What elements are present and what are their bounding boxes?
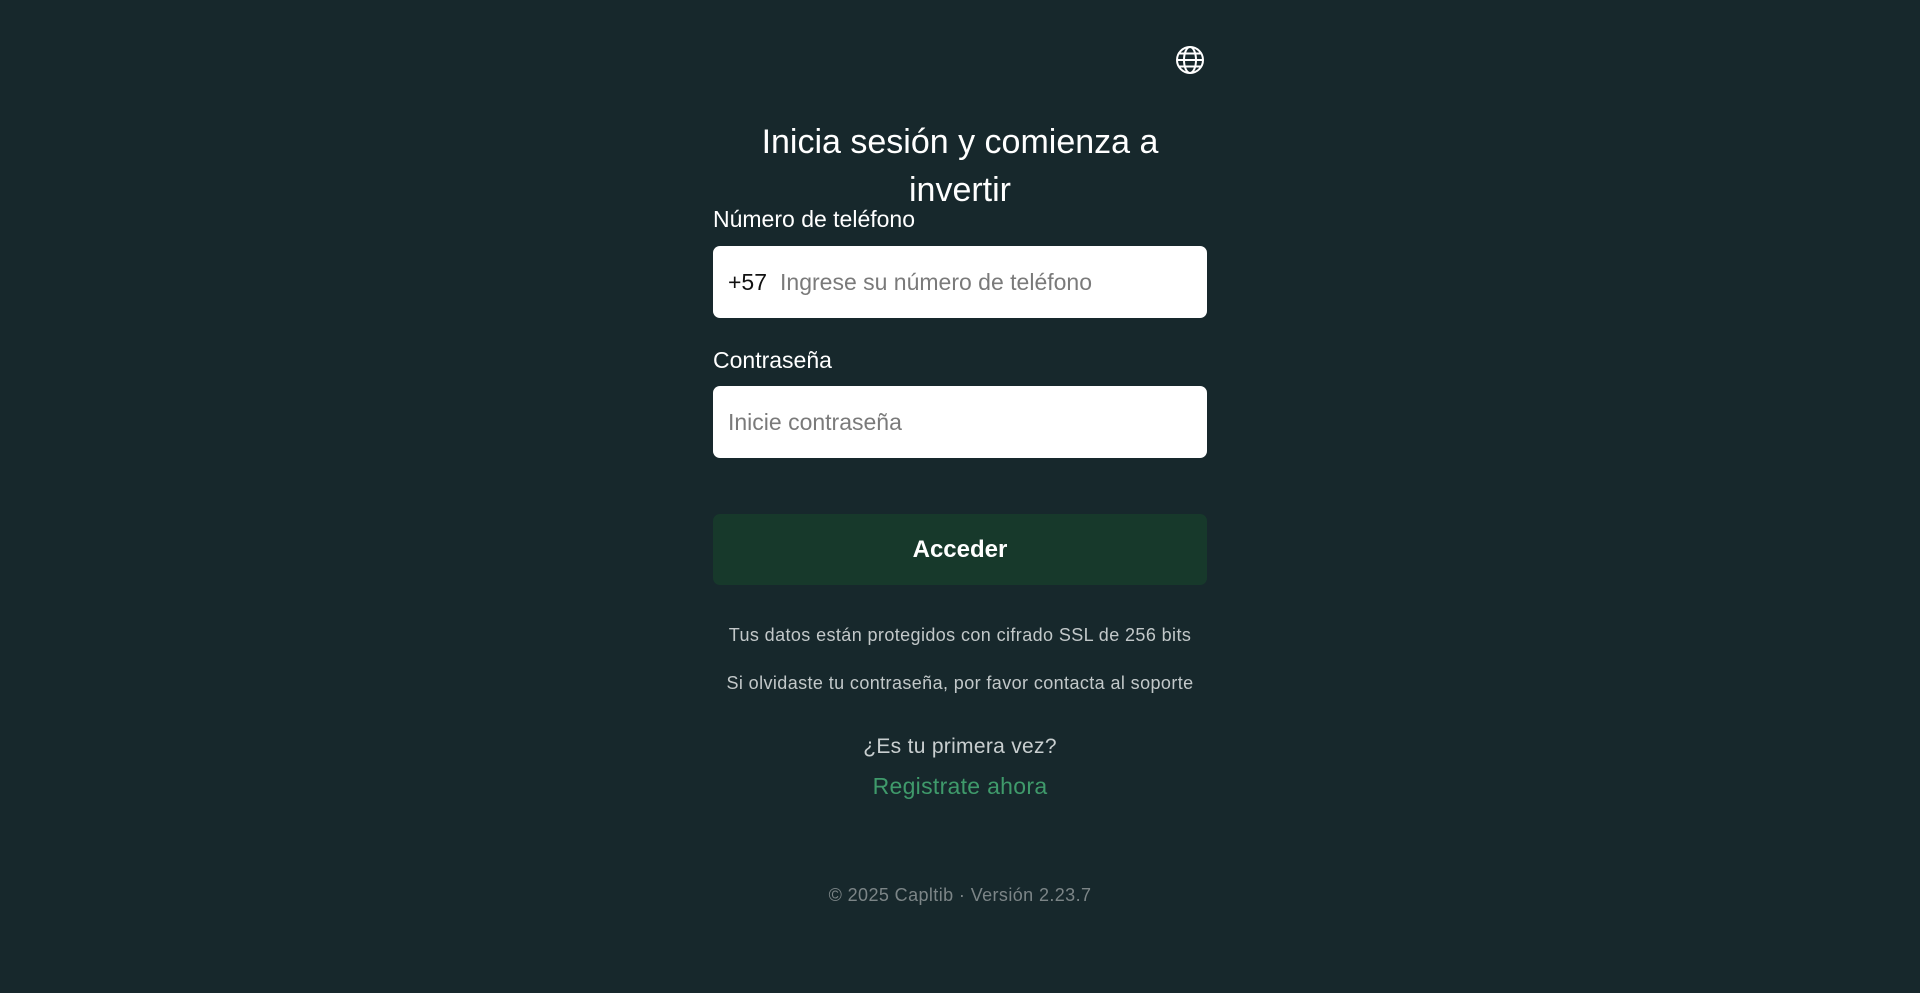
phone-input[interactable] [780,246,1207,318]
password-input[interactable] [713,386,1207,458]
register-link[interactable]: Registrate ahora [713,772,1207,800]
page-title: Inicia sesión y comienza a invertir [761,123,1159,209]
phone-label: Número de teléfono [713,206,916,232]
phone-field[interactable]: +57 [713,246,1207,318]
country-code-prefix: +57 [728,268,768,295]
footer-copyright: © 2025 Capltib · Versión 2.23.7 [828,885,1092,905]
ssl-security-note: Tus datos están protegidos con cifrado S… [728,625,1192,645]
first-time-text: ¿Es tu primera vez? [863,735,1057,758]
login-page: Inicia sesión y comienza a invertir Núme… [0,0,1920,993]
password-field[interactable] [713,386,1207,458]
login-button[interactable]: Acceder [713,514,1207,585]
forgot-password-note: Si olvidaste tu contraseña, por favor co… [726,673,1194,693]
language-button[interactable] [1174,44,1206,76]
globe-icon [1176,46,1204,74]
password-label: Contraseña [713,347,832,373]
